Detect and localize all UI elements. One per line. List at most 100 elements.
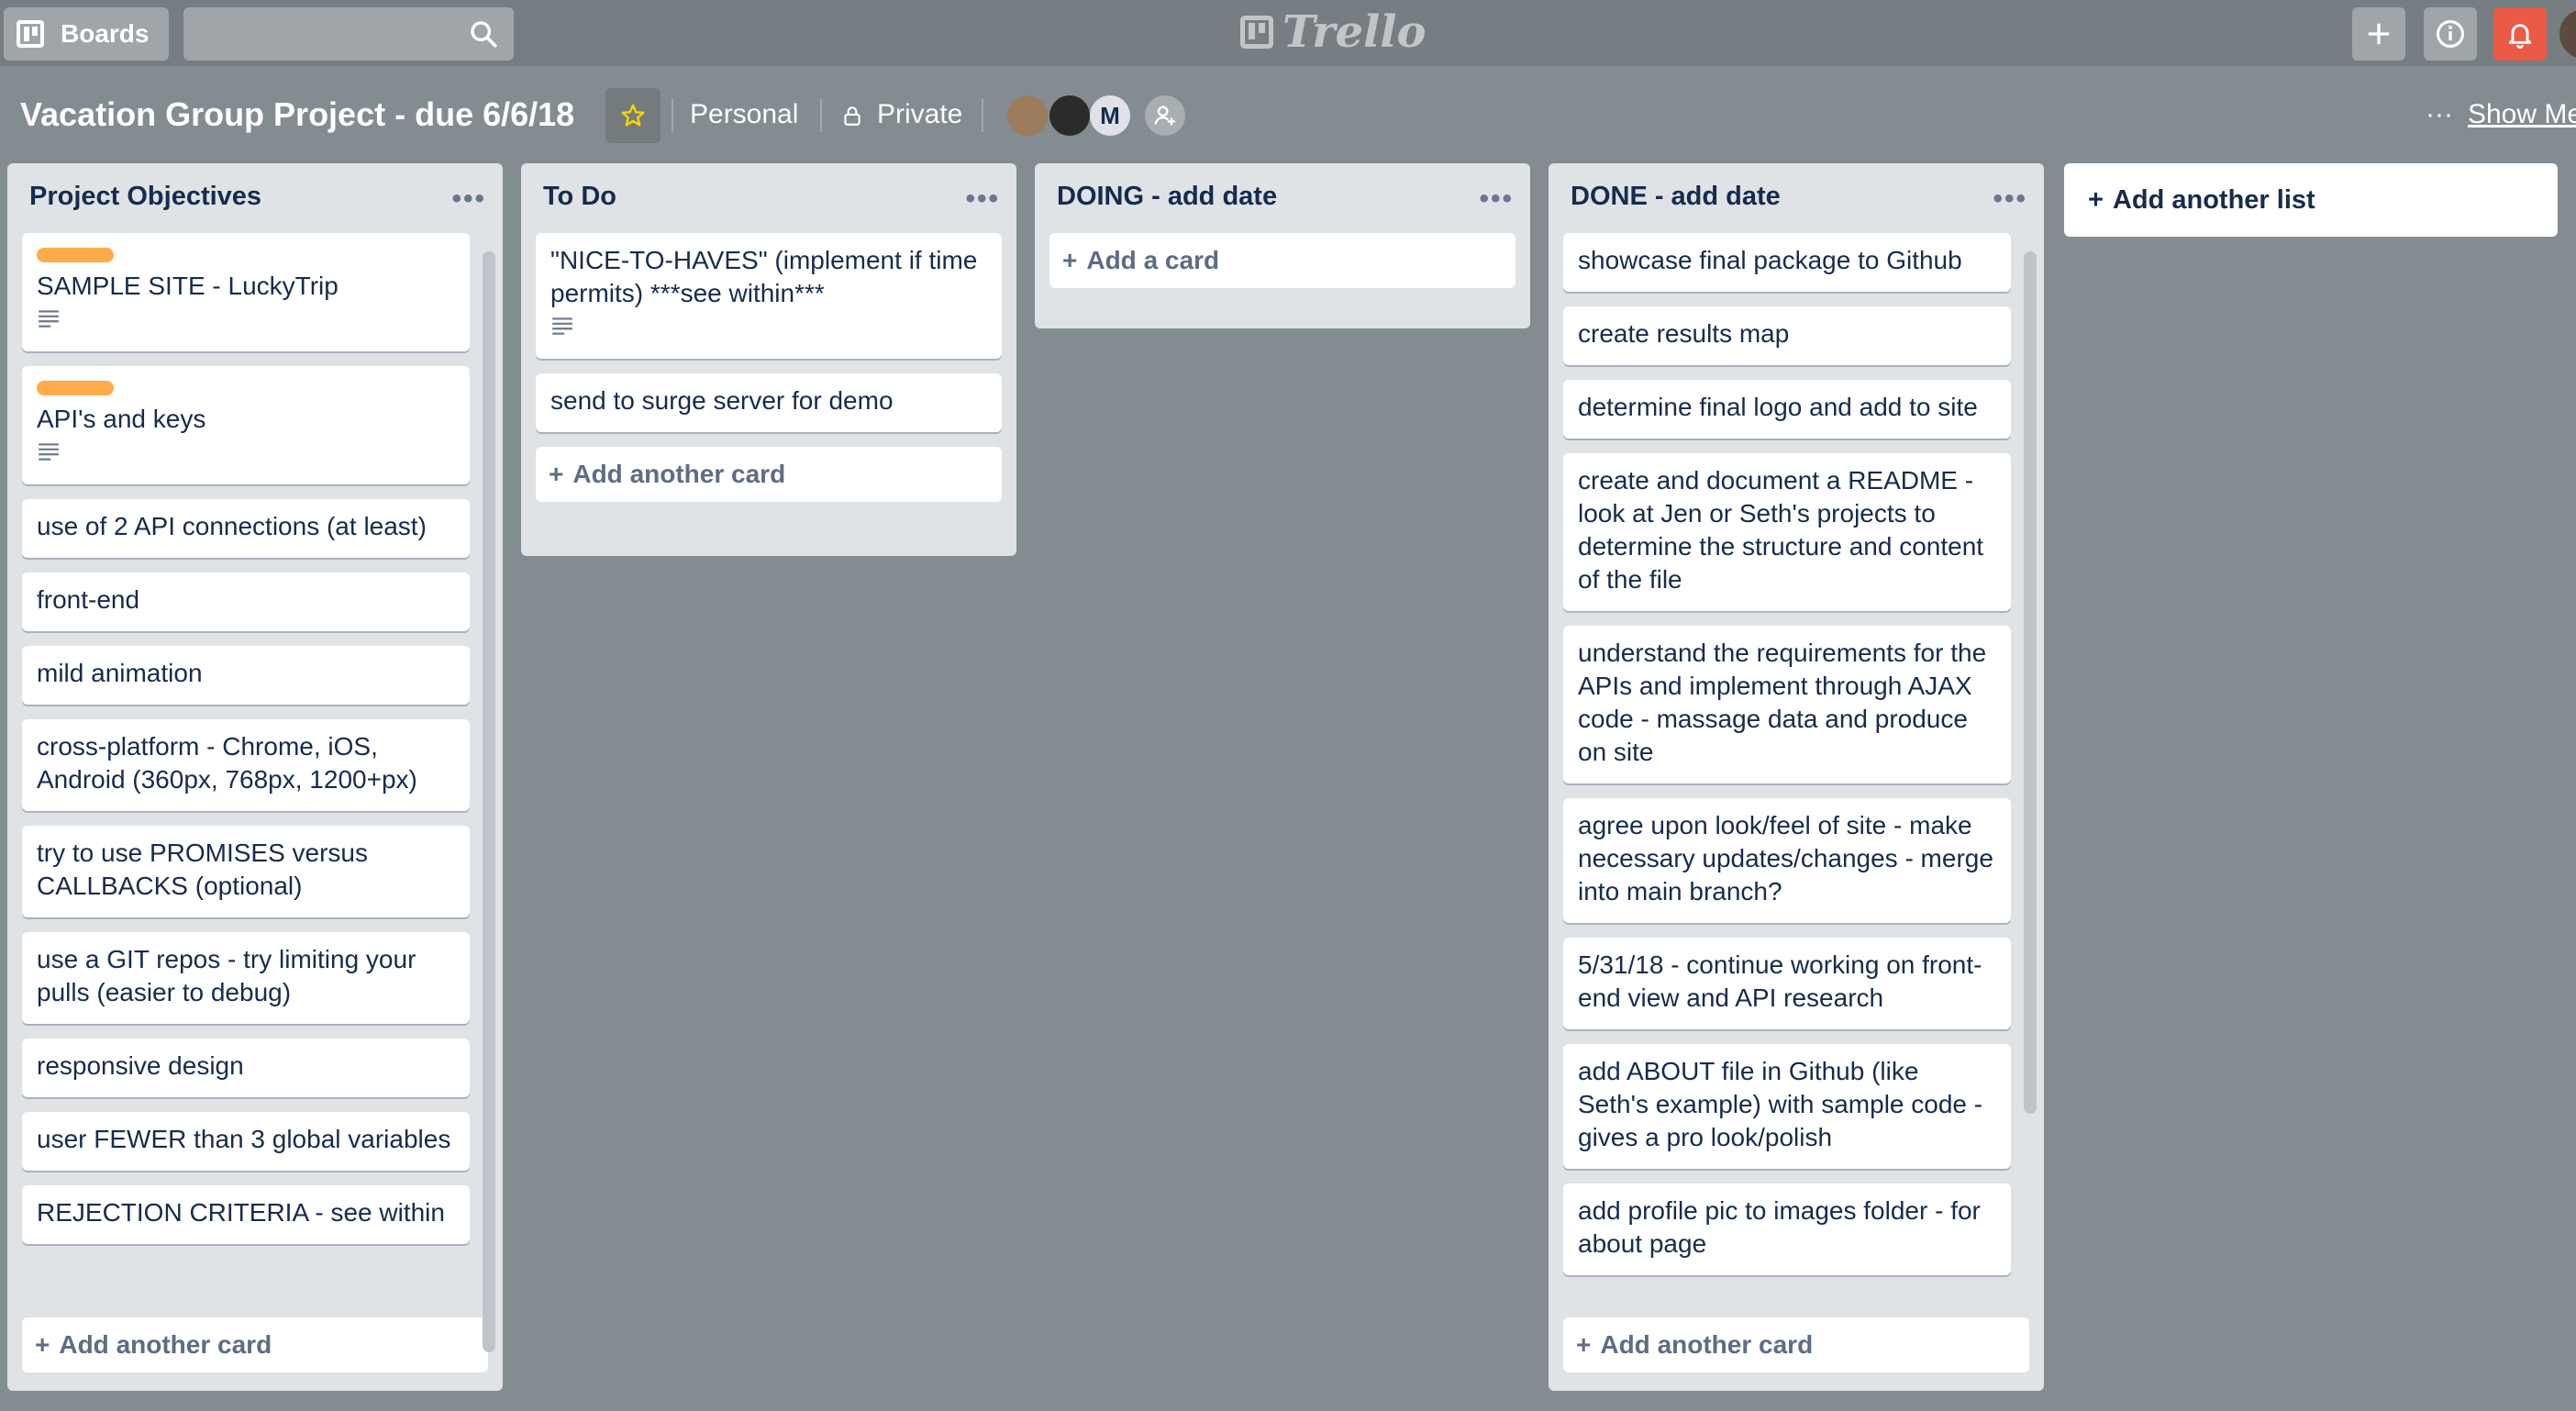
card[interactable]: user FEWER than 3 global variables xyxy=(22,1112,470,1171)
add-card-button[interactable]: + Add a card xyxy=(1049,233,1516,288)
list-scrollbar[interactable] xyxy=(2024,251,2037,1114)
list-menu-icon[interactable]: ••• xyxy=(451,183,486,215)
description-icon xyxy=(39,310,59,328)
list-menu-icon[interactable]: ••• xyxy=(965,183,1000,215)
create-button[interactable] xyxy=(2352,7,2405,61)
card[interactable]: API's and keys xyxy=(22,366,470,484)
list-title[interactable]: To Do xyxy=(543,182,616,211)
add-list-button[interactable]: + Add another list xyxy=(2064,163,2558,237)
boards-button[interactable]: Boards xyxy=(4,7,169,61)
list-project-objectives: Project Objectives ••• SAMPLE SITE - Luc… xyxy=(7,163,503,1391)
star-board-button[interactable] xyxy=(605,88,661,143)
card-title: send to surge server for demo xyxy=(550,386,894,415)
boards-icon xyxy=(17,20,44,48)
card-title: REJECTION CRITERIA - see within xyxy=(37,1198,445,1227)
label-orange[interactable] xyxy=(37,248,114,262)
divider xyxy=(672,99,673,132)
card-title: cross-platform - Chrome, iOS, Android (3… xyxy=(37,732,417,794)
plus-icon: + xyxy=(35,1330,50,1359)
card[interactable]: use a GIT repos - try limiting your pull… xyxy=(22,932,470,1024)
list-header[interactable]: Project Objectives ••• xyxy=(7,163,503,233)
list-title[interactable]: DONE - add date xyxy=(1571,182,1781,211)
add-card-button[interactable]: + Add another card xyxy=(1563,1317,2029,1372)
card[interactable]: REJECTION CRITERIA - see within xyxy=(22,1185,470,1244)
label-orange[interactable] xyxy=(37,381,114,395)
invite-member-button[interactable] xyxy=(1145,95,1185,136)
card[interactable]: "NICE-TO-HAVES" (implement if time permi… xyxy=(536,233,1002,359)
card[interactable]: 5/31/18 - continue working on front-end … xyxy=(1563,938,2011,1029)
card-title: API's and keys xyxy=(37,405,206,433)
divider xyxy=(820,99,822,132)
list-to-do: To Do ••• "NICE-TO-HAVES" (implement if … xyxy=(521,163,1016,556)
board-title[interactable]: Vacation Group Project - due 6/6/18 xyxy=(20,95,574,134)
search-icon[interactable] xyxy=(468,18,499,50)
card[interactable]: showcase final package to Github xyxy=(1563,233,2011,292)
card[interactable]: mild animation xyxy=(22,646,470,705)
card[interactable]: agree upon look/feel of site - make nece… xyxy=(1563,798,2011,923)
card[interactable]: create results map xyxy=(1563,306,2011,365)
card-title: showcase final package to Github xyxy=(1578,246,1962,274)
member-avatar[interactable]: M xyxy=(1090,95,1130,136)
plus-icon: + xyxy=(1576,1330,1592,1359)
star-icon xyxy=(621,104,645,127)
card-title: use of 2 API connections (at least) xyxy=(37,512,427,540)
user-avatar[interactable] xyxy=(2559,9,2576,59)
list-title[interactable]: Project Objectives xyxy=(29,182,261,211)
card[interactable]: create and document a README - look at J… xyxy=(1563,453,2011,611)
trello-logo-icon xyxy=(1240,16,1273,49)
list-menu-icon[interactable]: ••• xyxy=(1479,183,1514,215)
info-icon xyxy=(2436,19,2465,49)
list-header[interactable]: DONE - add date ••• xyxy=(1549,163,2044,233)
list-title[interactable]: DOING - add date xyxy=(1057,182,1277,211)
divider xyxy=(982,99,983,132)
card[interactable]: send to surge server for demo xyxy=(536,373,1002,432)
member-avatar[interactable] xyxy=(1007,95,1048,136)
trello-logo[interactable]: Trello xyxy=(1240,6,1427,58)
description-icon xyxy=(39,443,59,461)
show-menu-button[interactable]: ··· Show Me xyxy=(2426,99,2576,130)
member-avatar[interactable] xyxy=(1049,95,1090,136)
add-card-button[interactable]: + Add another card xyxy=(22,1317,488,1372)
list-header[interactable]: DOING - add date ••• xyxy=(1035,163,1530,233)
card-title: user FEWER than 3 global variables xyxy=(37,1125,451,1153)
team-button[interactable]: Personal xyxy=(690,99,798,130)
card-list: SAMPLE SITE - LuckyTrip API's and keys u… xyxy=(7,233,503,1297)
card[interactable]: understand the requirements for the APIs… xyxy=(1563,626,2011,783)
plus-icon: + xyxy=(549,460,564,488)
search-input[interactable] xyxy=(183,7,514,61)
boards-label: Boards xyxy=(61,19,150,48)
top-bar: Boards Trello xyxy=(0,0,2576,66)
info-button[interactable] xyxy=(2424,7,2477,61)
card-title: add ABOUT file in Github (like Seth's ex… xyxy=(1578,1057,1983,1151)
card-title: responsive design xyxy=(37,1051,244,1080)
card[interactable]: use of 2 API connections (at least) xyxy=(22,499,470,558)
add-member-icon xyxy=(1154,106,1176,126)
card-title: front-end xyxy=(37,585,140,614)
list-menu-icon[interactable]: ••• xyxy=(1993,183,2027,215)
card[interactable]: add profile pic to images folder - for a… xyxy=(1563,1183,2011,1275)
card-title: 5/31/18 - continue working on front-end … xyxy=(1578,950,1982,1012)
add-card-button[interactable]: + Add another card xyxy=(536,447,1002,502)
visibility-button[interactable]: Private xyxy=(877,99,962,130)
card-title: try to use PROMISES versus CALLBACKS (op… xyxy=(37,839,368,900)
show-menu-label: Show Me xyxy=(2467,99,2576,129)
add-card-label: Add another card xyxy=(1600,1330,1814,1359)
card[interactable]: try to use PROMISES versus CALLBACKS (op… xyxy=(22,826,470,917)
card[interactable]: determine final logo and add to site xyxy=(1563,380,2011,439)
card-title: understand the requirements for the APIs… xyxy=(1578,639,1987,766)
card-title: use a GIT repos - try limiting your pull… xyxy=(37,945,416,1006)
add-card-label: Add another card xyxy=(572,460,786,488)
list-header[interactable]: To Do ••• xyxy=(521,163,1016,233)
card[interactable]: cross-platform - Chrome, iOS, Android (3… xyxy=(22,719,470,811)
add-list-label: Add another list xyxy=(2112,184,2315,215)
card[interactable]: responsive design xyxy=(22,1039,470,1097)
lock-icon xyxy=(844,106,861,126)
more-icon: ··· xyxy=(2426,99,2453,129)
list-scrollbar[interactable] xyxy=(483,251,495,1352)
card-title: determine final logo and add to site xyxy=(1578,393,1978,421)
notifications-button[interactable] xyxy=(2493,7,2547,61)
card[interactable]: front-end xyxy=(22,572,470,631)
card[interactable]: SAMPLE SITE - LuckyTrip xyxy=(22,233,470,351)
plus-icon: + xyxy=(1062,246,1078,274)
card[interactable]: add ABOUT file in Github (like Seth's ex… xyxy=(1563,1044,2011,1169)
